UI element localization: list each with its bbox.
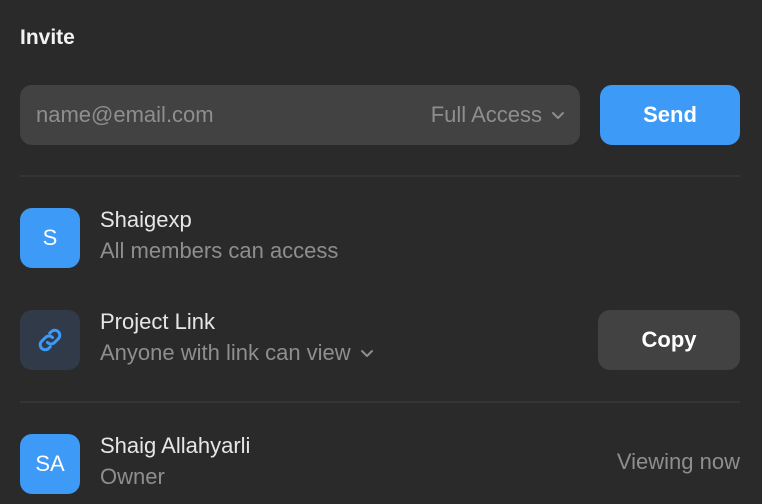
access-level-dropdown[interactable]: Full Access <box>431 85 566 145</box>
link-permission-dropdown[interactable]: Anyone with link can view <box>100 337 375 369</box>
project-link-name: Project Link <box>100 309 215 334</box>
access-level-label: Full Access <box>430 102 542 127</box>
invite-title: Invite <box>20 26 75 49</box>
chevron-down-icon <box>552 112 564 119</box>
link-permission-label: Anyone with link can view <box>100 340 351 365</box>
email-field-container: Full Access <box>20 85 580 145</box>
member-role: Owner <box>100 461 250 493</box>
workspace-description-text: All members can access <box>100 238 339 263</box>
member-info: Shaig Allahyarli Owner <box>100 431 250 493</box>
email-input[interactable] <box>36 85 376 145</box>
copy-link-button[interactable]: Copy <box>598 310 740 370</box>
link-icon <box>38 328 62 352</box>
member-role-text: Owner <box>100 464 165 489</box>
member-avatar: SA <box>20 434 80 494</box>
link-avatar <box>20 310 80 370</box>
workspace-info: Shaigexp All members can access <box>100 205 338 267</box>
project-link-info: Project Link Anyone with link can view <box>100 307 375 369</box>
member-row: SA Shaig Allahyarli Owner Viewing now <box>20 431 740 494</box>
divider <box>20 175 740 177</box>
workspace-name: Shaigexp <box>100 207 192 232</box>
workspace-avatar: S <box>20 208 80 268</box>
project-link-row: Project Link Anyone with link can view C… <box>20 307 740 370</box>
invite-form: Full Access Send <box>20 85 740 145</box>
send-button[interactable]: Send <box>600 85 740 145</box>
member-name: Shaig Allahyarli <box>100 433 251 458</box>
chevron-down-icon <box>360 350 373 357</box>
divider <box>20 401 740 403</box>
invite-panel: Invite Full Access Send S Shaigexp All m… <box>0 0 762 504</box>
workspace-description: All members can access <box>100 235 338 267</box>
member-status: Viewing now <box>616 449 740 474</box>
workspace-access-row: S Shaigexp All members can access <box>20 205 740 268</box>
